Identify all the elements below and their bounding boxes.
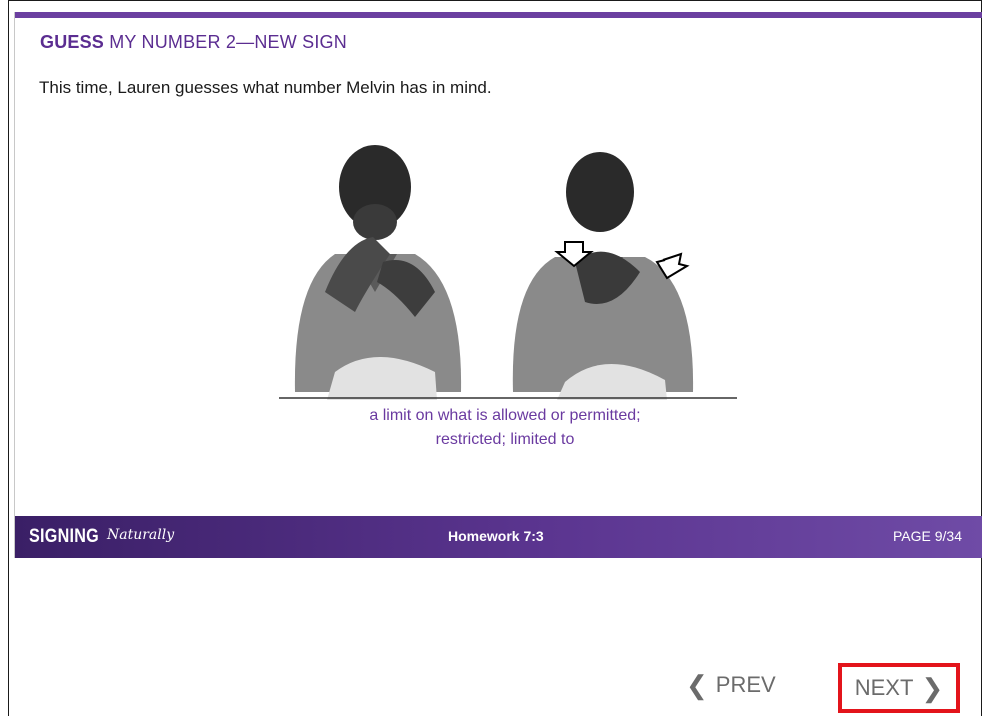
sign-photos	[279, 145, 737, 400]
caption-line-1: a limit on what is allowed or permitted;	[369, 407, 641, 424]
top-accent-rule	[15, 12, 982, 18]
instructions-text: This time, Lauren guesses what number Me…	[39, 78, 492, 97]
chevron-right-icon: ❯	[921, 673, 944, 703]
sign-caption: a limit on what is allowed or permitted;…	[265, 404, 745, 452]
caption-line-2: restricted; limited to	[435, 431, 575, 448]
chevron-left-icon: ❮	[686, 670, 708, 700]
slide-title-bold: GUESS	[40, 32, 105, 52]
slide-title: GUESS MY NUMBER 2—NEW SIGN	[40, 32, 347, 53]
prev-button[interactable]: ❮ PREV	[686, 672, 776, 698]
signer-photo-left	[294, 145, 462, 400]
brand-script: Naturally	[107, 527, 175, 543]
prev-label: PREV	[715, 672, 776, 697]
slide-title-rest: MY NUMBER 2—NEW SIGN	[104, 32, 347, 52]
signer-photo-right	[512, 152, 694, 400]
brand-logo: SIGNING	[29, 526, 99, 547]
page-indicator: PAGE 9/34	[892, 528, 962, 544]
footer-bar: SIGNING Naturally Homework 7:3 PAGE 9/34	[15, 516, 982, 558]
lesson-label: Homework 7:3	[448, 528, 544, 544]
next-button[interactable]: NEXT ❯	[838, 663, 960, 713]
lesson-slide: GUESS MY NUMBER 2—NEW SIGN This time, La…	[14, 12, 982, 558]
sign-illustration	[265, 142, 737, 402]
next-label: NEXT	[854, 675, 914, 700]
